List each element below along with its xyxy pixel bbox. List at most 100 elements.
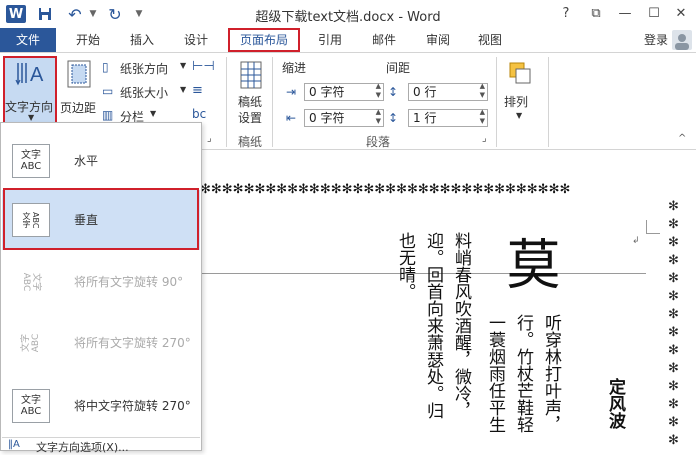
tab-review[interactable]: 审阅 <box>418 28 458 52</box>
group-divider <box>548 57 549 147</box>
maximize-button[interactable]: ☐ <box>643 4 665 24</box>
doc-text-column: 也无晴。 <box>395 232 415 300</box>
dropdown-item-label: 将所有文字旋转 270° <box>74 336 191 350</box>
page-size-button[interactable]: ▭ 纸张大小 ▼ <box>102 83 192 101</box>
tab-insert[interactable]: 插入 <box>122 28 162 52</box>
page-setup-launcher-icon[interactable]: ⌟ <box>207 133 212 144</box>
manuscript-icon <box>240 61 262 89</box>
spacing-after-value: 1 行 <box>413 111 437 125</box>
spacing-after-input[interactable]: 1 行 ▲ ▼ <box>408 108 488 127</box>
group-divider <box>226 57 227 147</box>
arrange-button[interactable]: 排列 ▼ <box>502 61 538 131</box>
icon-abc-line: ABC <box>21 272 31 292</box>
ribbon-display-options-button[interactable]: ⧉ <box>585 4 607 24</box>
spinner-arrows-icon[interactable]: ▲ ▼ <box>376 108 381 126</box>
dropdown-item-label: 将中文字符旋转 270° <box>74 399 191 413</box>
icon-text-line: 文字 <box>21 395 41 406</box>
spinner-arrows-icon[interactable]: ▲ ▼ <box>480 108 485 126</box>
doc-title-char: 莫 <box>497 236 560 290</box>
text-direction-dropdown: 文字 ABC 水平 文字 ABC 垂直 文字 ABC 将所有文字旋转 90° 文… <box>0 122 202 454</box>
svg-text:A: A <box>30 64 44 86</box>
margins-button[interactable]: 页边距 <box>60 57 98 125</box>
margins-label: 页边距 <box>60 101 97 115</box>
breaks-icon[interactable]: ⊢⊣ <box>192 59 218 77</box>
login-link[interactable]: 登录 <box>644 28 668 52</box>
dropdown-item-rotate-90[interactable]: 文字 ABC 将所有文字旋转 90° <box>2 252 200 312</box>
spacing-before-icon: ↕ <box>388 85 399 99</box>
line-numbers-icon[interactable]: ≡ <box>192 83 218 101</box>
spacing-label: 间距 <box>386 61 411 75</box>
text-direction-options-label: 文字方向选项(X)... <box>36 441 129 454</box>
manuscript-group-label: 稿纸 <box>238 135 263 149</box>
arrange-label: 排列 <box>504 95 529 109</box>
dropdown-item-horizontal[interactable]: 文字 ABC 水平 <box>2 131 200 191</box>
spacing-before-value: 0 行 <box>413 85 437 99</box>
icon-abc-line: ABC <box>20 406 42 417</box>
tab-view[interactable]: 视图 <box>470 28 510 52</box>
dropdown-item-label: 水平 <box>74 154 99 168</box>
icon-text-line: 文字 <box>21 150 41 161</box>
indent-right-icon: ⇤ <box>286 111 297 125</box>
indent-right-input[interactable]: 0 字符 ▲ ▼ <box>304 108 384 127</box>
spacing-before-input[interactable]: 0 行 ▲ ▼ <box>408 82 488 101</box>
chevron-down-icon: ▼ <box>516 111 523 120</box>
tab-references[interactable]: 引用 <box>310 28 350 52</box>
tab-home[interactable]: 开始 <box>68 28 108 52</box>
margins-icon <box>67 60 91 88</box>
title-bar: W ↶ ▼ ↻ ▼ 超级下载text文档.docx - Word ? ⧉ — ☐… <box>0 0 696 28</box>
tab-file[interactable]: 文件 <box>0 28 56 52</box>
text-direction-icon: A <box>15 63 44 86</box>
orientation-button[interactable]: ▯ 纸张方向 ▼ <box>102 59 192 77</box>
collapse-ribbon-icon[interactable]: ^ <box>678 133 686 144</box>
dropdown-item-rotate-asian-270[interactable]: 文字 ABC 将中文字符旋转 270° <box>2 376 200 436</box>
chevron-down-icon: ▼ <box>150 109 157 118</box>
spinner-arrows-icon[interactable]: ▲ ▼ <box>376 82 381 100</box>
icon-abc-line: ABC <box>20 161 42 172</box>
spacing-after-icon: ↕ <box>388 111 399 125</box>
rotate-asian-270-icon: 文字 ABC <box>12 389 50 423</box>
doc-text-column: 料峭春风吹酒醒，微冷， <box>451 232 471 419</box>
paragraph-group-label: 段落 <box>366 135 391 149</box>
tab-design[interactable]: 设计 <box>176 28 216 52</box>
margin-corner-mark <box>646 220 660 234</box>
dropdown-item-rotate-270[interactable]: 文字 ABC 将所有文字旋转 270° <box>2 313 200 373</box>
doc-text-column: 一蓑烟雨任平生 <box>485 314 505 433</box>
manuscript-label-line1: 稿纸 <box>238 95 263 109</box>
close-button[interactable]: ✕ <box>670 4 692 24</box>
manuscript-settings-button[interactable]: 稿纸 设置 <box>236 61 266 131</box>
orientation-icon: ▯ <box>102 60 109 74</box>
tab-layout[interactable]: 页面布局 <box>228 28 300 52</box>
doc-text-column: 迎。回首向来萧瑟处。归 <box>423 232 443 419</box>
tab-mailings[interactable]: 邮件 <box>364 28 404 52</box>
text-direction-options-item[interactable]: ‖A 文字方向选项(X)... <box>2 437 200 454</box>
paragraph-mark-icon: ↲ <box>632 236 640 246</box>
indent-label: 缩进 <box>282 61 307 75</box>
rotate-270-icon: 文字 ABC <box>12 326 50 360</box>
avatar[interactable] <box>672 30 692 50</box>
icon-text-line: 文字 <box>21 334 31 353</box>
spinner-arrows-icon[interactable]: ▲ ▼ <box>480 82 485 100</box>
indent-left-input[interactable]: 0 字符 ▲ ▼ <box>304 82 384 101</box>
icon-abc-line: ABC <box>31 333 41 353</box>
ribbon-tab-bar: 文件 开始 插入 设计 页面布局 引用 邮件 审阅 视图 登录 <box>0 28 696 52</box>
orientation-label: 纸张方向 <box>120 62 169 76</box>
help-button[interactable]: ? <box>555 4 577 24</box>
icon-text-line: 文字 <box>31 272 41 291</box>
indent-left-value: 0 字符 <box>309 85 345 99</box>
text-direction-options-icon: ‖A <box>8 439 20 450</box>
rotate-90-icon: 文字 ABC <box>12 265 50 299</box>
group-divider <box>272 57 273 147</box>
indent-right-value: 0 字符 <box>309 111 345 125</box>
chevron-down-icon: ▼ <box>28 113 35 122</box>
paragraph-launcher-icon[interactable]: ⌟ <box>482 133 487 144</box>
columns-icon: ▥ <box>102 108 114 122</box>
horizontal-text-icon: 文字 ABC <box>12 144 50 178</box>
group-divider <box>496 57 497 147</box>
minimize-button[interactable]: — <box>614 4 636 24</box>
page-size-icon: ▭ <box>102 84 114 98</box>
doc-poem-title: 定风波 <box>605 378 625 429</box>
chevron-down-icon: ▼ <box>180 85 187 94</box>
chevron-down-icon: ▼ <box>180 61 187 70</box>
doc-text-column: 听穿林打叶声， <box>541 314 561 433</box>
text-direction-button[interactable]: A 文字方向 ▼ <box>3 56 57 126</box>
